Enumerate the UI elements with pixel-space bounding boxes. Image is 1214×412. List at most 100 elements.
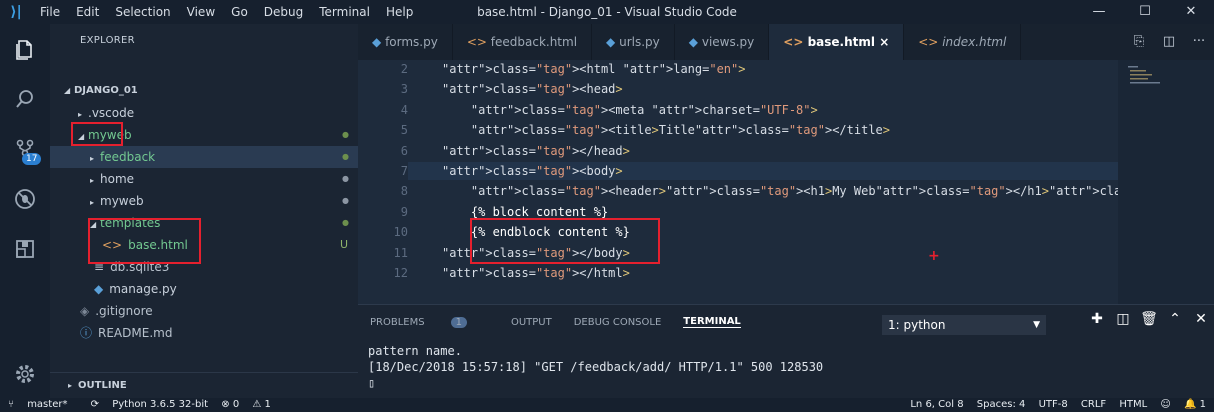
code-editor[interactable]: 2 "attr">class="tag"><html "attr">lang="e…: [358, 60, 1214, 304]
maximize-button[interactable]: ☐: [1122, 0, 1168, 24]
encoding[interactable]: UTF-8: [1039, 399, 1068, 410]
python-icon: ◆: [372, 35, 382, 49]
maximize-panel-icon[interactable]: ⌃: [1162, 311, 1188, 327]
tab-views-py[interactable]: ◆ views.py: [675, 24, 770, 60]
open-changes-icon[interactable]: ⎘: [1124, 24, 1154, 60]
tab-index-html[interactable]: <> index.html: [904, 24, 1022, 60]
code-line[interactable]: "attr">class="tag"><html "attr">lang="en…: [442, 62, 746, 76]
line-number: 9: [400, 204, 408, 219]
menu-debug[interactable]: Debug: [264, 5, 303, 19]
code-line[interactable]: "attr">class="tag"><body>: [442, 164, 623, 178]
debug-icon[interactable]: [0, 174, 50, 224]
outline-section[interactable]: ▸ OUTLINE: [50, 372, 358, 398]
tab-debug-console[interactable]: DEBUG CONSOLE: [574, 317, 662, 328]
activity-bar: 17: [0, 24, 50, 398]
search-icon[interactable]: [0, 74, 50, 124]
code-line[interactable]: "attr">class="tag"></head>: [442, 144, 630, 158]
file-readme[interactable]: ⓘ README.md: [50, 322, 358, 344]
python-interpreter[interactable]: Python 3.6.5 32-bit: [112, 399, 208, 410]
split-terminal-icon[interactable]: ◫: [1110, 311, 1136, 327]
folder-templates[interactable]: ◢ templates ●: [50, 212, 358, 234]
code-line[interactable]: "attr">class="tag"><title>Title"attr">cl…: [442, 123, 890, 137]
python-icon: ◆: [94, 282, 104, 296]
database-icon: ≡: [94, 260, 105, 274]
indentation[interactable]: Spaces: 4: [977, 399, 1026, 410]
cursor-position[interactable]: Ln 6, Col 8: [910, 399, 963, 410]
line-number: 3: [400, 82, 408, 97]
language-mode[interactable]: HTML: [1119, 399, 1147, 410]
gear-icon[interactable]: [0, 349, 50, 399]
terminal-output[interactable]: pattern name. [18/Dec/2018 15:57:18] "GET…: [368, 343, 823, 391]
tab-urls-py[interactable]: ◆ urls.py: [592, 24, 675, 60]
tab-close-icon[interactable]: ×: [879, 35, 889, 49]
status-bar: ⑂ master* ⟳ Python 3.6.5 32-bit ⊗ 0 ⚠ 1 …: [0, 398, 1214, 412]
tab-terminal[interactable]: TERMINAL: [683, 316, 741, 328]
trash-icon[interactable]: 🗑: [1136, 311, 1162, 327]
editor-tabs: ◆ forms.py <> feedback.html ◆ urls.py ◆ …: [358, 24, 1214, 60]
line-endings[interactable]: CRLF: [1081, 399, 1106, 410]
file-db-sqlite3[interactable]: ≡ db.sqlite3: [50, 256, 358, 278]
menu-view[interactable]: View: [187, 5, 215, 19]
menu-selection[interactable]: Selection: [115, 5, 170, 19]
terminal-select[interactable]: 1: python ▼: [882, 315, 1046, 335]
folder-myweb[interactable]: ◢ myweb ●: [50, 124, 358, 146]
file-gitignore[interactable]: ◈ .gitignore: [50, 300, 358, 322]
scm-count-badge: 17: [22, 153, 42, 165]
code-line[interactable]: "attr">class="tag"><header>"attr">class=…: [442, 184, 1214, 198]
branch-icon: ⑂: [8, 399, 18, 410]
git-branch[interactable]: ⑂ master*: [8, 399, 77, 410]
html-icon: <>: [918, 35, 939, 49]
menu-help[interactable]: Help: [386, 5, 413, 19]
explorer-icon[interactable]: [0, 24, 50, 74]
split-editor-icon[interactable]: ◫: [1154, 24, 1184, 60]
info-icon: ⓘ: [80, 326, 93, 340]
notifications-icon[interactable]: 🔔 1: [1184, 399, 1206, 410]
code-line[interactable]: "attr">class="tag"></html>: [442, 266, 630, 280]
git-icon: ◈: [80, 304, 90, 318]
sync-icon[interactable]: ⟳: [91, 399, 99, 410]
line-number: 6: [400, 143, 408, 158]
line-number: 7: [400, 164, 408, 178]
close-panel-icon[interactable]: ✕: [1188, 311, 1214, 327]
menu-go[interactable]: Go: [231, 5, 248, 19]
bottom-panel: PROBLEMS 1 OUTPUT DEBUG CONSOLE TERMINAL …: [358, 304, 1214, 398]
code-line[interactable]: {% block content %}: [442, 205, 608, 219]
file-manage-py[interactable]: ◆ manage.py: [50, 278, 358, 300]
menu-terminal[interactable]: Terminal: [319, 5, 370, 19]
folder-home[interactable]: ▸ home ●: [50, 168, 358, 190]
explorer-header: EXPLORER: [80, 35, 135, 46]
line-number: 4: [400, 102, 408, 117]
close-button[interactable]: ✕: [1168, 0, 1214, 24]
menu-edit[interactable]: Edit: [76, 5, 99, 19]
chevron-down-icon: ▼: [1033, 320, 1040, 330]
minimap[interactable]: [1118, 60, 1214, 304]
python-icon: ◆: [688, 35, 699, 49]
file-base-html[interactable]: <> base.html U: [50, 234, 358, 256]
folder-feedback[interactable]: ▸ feedback ●: [50, 146, 358, 168]
tab-feedback-html[interactable]: <> feedback.html: [453, 24, 593, 60]
untracked-badge: U: [340, 238, 349, 251]
line-number: 11: [393, 245, 408, 260]
menu-file[interactable]: File: [40, 5, 60, 19]
tab-output[interactable]: OUTPUT: [511, 317, 552, 328]
extensions-icon[interactable]: [0, 224, 50, 274]
html-icon: <>: [783, 35, 804, 49]
tab-problems[interactable]: PROBLEMS 1: [370, 316, 489, 328]
minimize-button[interactable]: —: [1076, 0, 1122, 24]
source-control-icon[interactable]: 17: [0, 124, 50, 174]
add-terminal-icon[interactable]: ✚: [1084, 311, 1110, 327]
python-icon: ◆: [606, 35, 616, 49]
code-line[interactable]: {% endblock content %}: [442, 225, 630, 239]
code-line[interactable]: "attr">class="tag"></body>: [442, 246, 630, 260]
more-actions-icon[interactable]: ···: [1184, 24, 1214, 60]
line-number: 12: [393, 266, 408, 280]
code-line[interactable]: "attr">class="tag"><meta "attr">charset=…: [442, 103, 818, 117]
folder-myweb-inner[interactable]: ▸ myweb ●: [50, 190, 358, 212]
problems-summary[interactable]: ⊗ 0 ⚠ 1: [221, 399, 281, 410]
folder-vscode[interactable]: ▸ .vscode: [50, 102, 358, 124]
feedback-icon[interactable]: ☺: [1160, 399, 1170, 410]
tab-forms-py[interactable]: ◆ forms.py: [358, 24, 453, 60]
tab-base-html[interactable]: <> base.html ×: [769, 24, 905, 60]
code-line[interactable]: "attr">class="tag"><head>: [442, 82, 623, 96]
workspace-root[interactable]: ◢ DJANGO_01: [50, 80, 358, 102]
